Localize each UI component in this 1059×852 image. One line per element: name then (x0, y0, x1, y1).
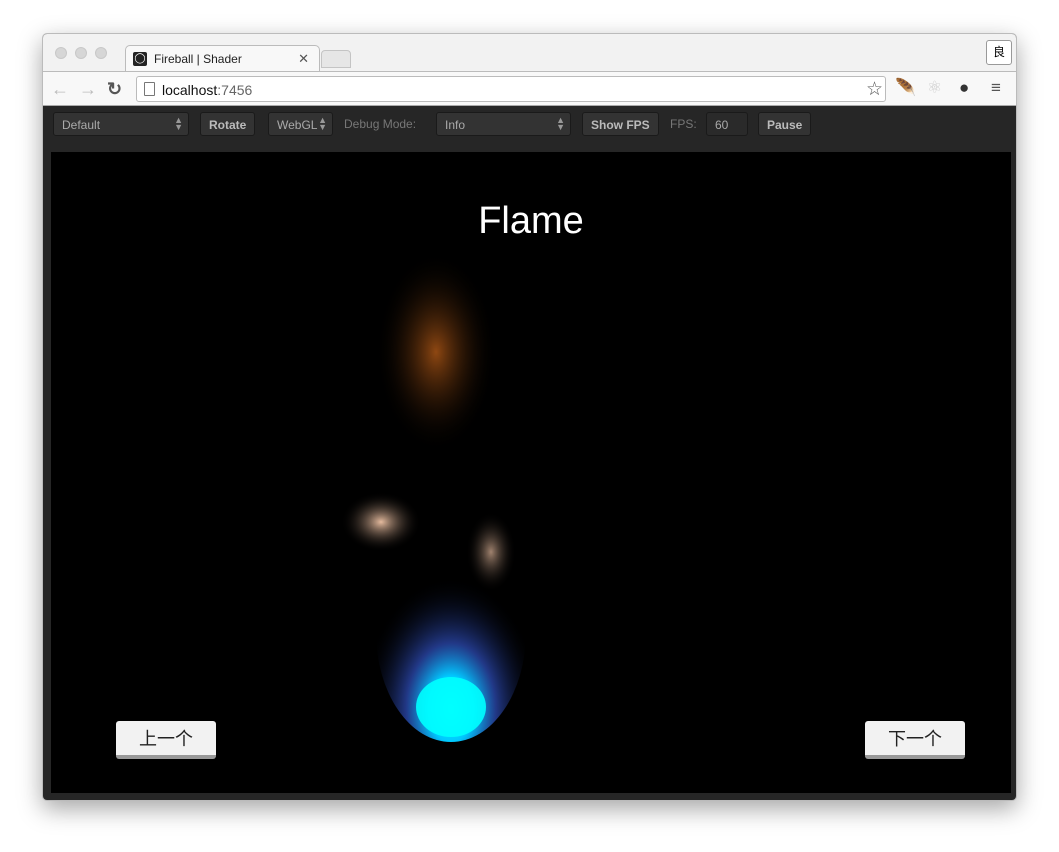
flame-top (376, 252, 496, 452)
scene-select[interactable]: Default ▲ ▼ (53, 112, 189, 136)
url-host: localhost (162, 82, 218, 98)
flame-core (416, 677, 486, 737)
tab-bar: ◯ Fireball | Shader ✕ 良 (43, 34, 1016, 72)
renderer-select[interactable]: WebGL ▲ ▼ (268, 112, 333, 136)
menu-icon[interactable]: ≡ (991, 78, 1001, 98)
debug-mode-value: Info (445, 118, 466, 132)
select-arrows-icon: ▲ ▼ (318, 115, 327, 132)
previous-button[interactable]: 上一个 (116, 721, 216, 759)
tab-active[interactable]: ◯ Fireball | Shader ✕ (125, 45, 320, 72)
bookmark-star-icon[interactable]: ☆ (866, 78, 883, 101)
address-bar: ← → ↻ localhost:7456 ☆ 🪶 ⚛ ● ≡ (43, 71, 1016, 106)
app-toolbar: Default ▲ ▼ Rotate WebGL ▲ ▼ Debug Mode: Inf… (43, 106, 1016, 144)
fps-label: FPS: (670, 117, 697, 131)
flame-effect (341, 252, 526, 742)
next-button[interactable]: 下一个 (865, 721, 965, 759)
fps-input[interactable]: 60 (706, 112, 748, 136)
url-input[interactable]: localhost:7456 ☆ (136, 76, 886, 102)
select-arrows-icon: ▲ ▼ (556, 115, 565, 132)
forward-icon[interactable]: → (79, 79, 97, 100)
reload-icon[interactable]: ↻ (107, 79, 122, 100)
debug-mode-select[interactable]: Info ▲ ▼ (436, 112, 571, 136)
browser-window: ◯ Fireball | Shader ✕ 良 ← → ↻ localhost:… (42, 33, 1017, 801)
shader-canvas[interactable]: Flame 上一个 下一个 (51, 152, 1011, 793)
feather-extension-icon[interactable]: 🪶 (895, 78, 916, 98)
new-tab-button[interactable] (321, 50, 351, 68)
zoom-window-button[interactable] (95, 47, 107, 59)
profile-button[interactable]: 良 (986, 40, 1012, 65)
tab-title: Fireball | Shader (154, 52, 242, 66)
drop-icon: ◯ (133, 52, 147, 66)
rotate-button[interactable]: Rotate (200, 112, 256, 136)
show-fps-button[interactable]: Show FPS (582, 112, 659, 136)
scene-select-value: Default (62, 118, 101, 132)
close-window-button[interactable] (55, 47, 67, 59)
debug-mode-label: Debug Mode: (344, 117, 417, 131)
renderer-select-value: WebGL (277, 118, 318, 132)
select-arrows-icon: ▲ ▼ (174, 115, 183, 132)
minimize-window-button[interactable] (75, 47, 87, 59)
url-port: :7456 (217, 82, 253, 98)
back-icon[interactable]: ← (51, 79, 69, 100)
page-icon (144, 82, 155, 96)
evernote-extension-icon[interactable]: ● (959, 78, 969, 98)
pause-button[interactable]: Pause (758, 112, 812, 136)
react-extension-icon[interactable]: ⚛ (927, 78, 942, 98)
close-tab-icon[interactable]: ✕ (298, 51, 309, 67)
